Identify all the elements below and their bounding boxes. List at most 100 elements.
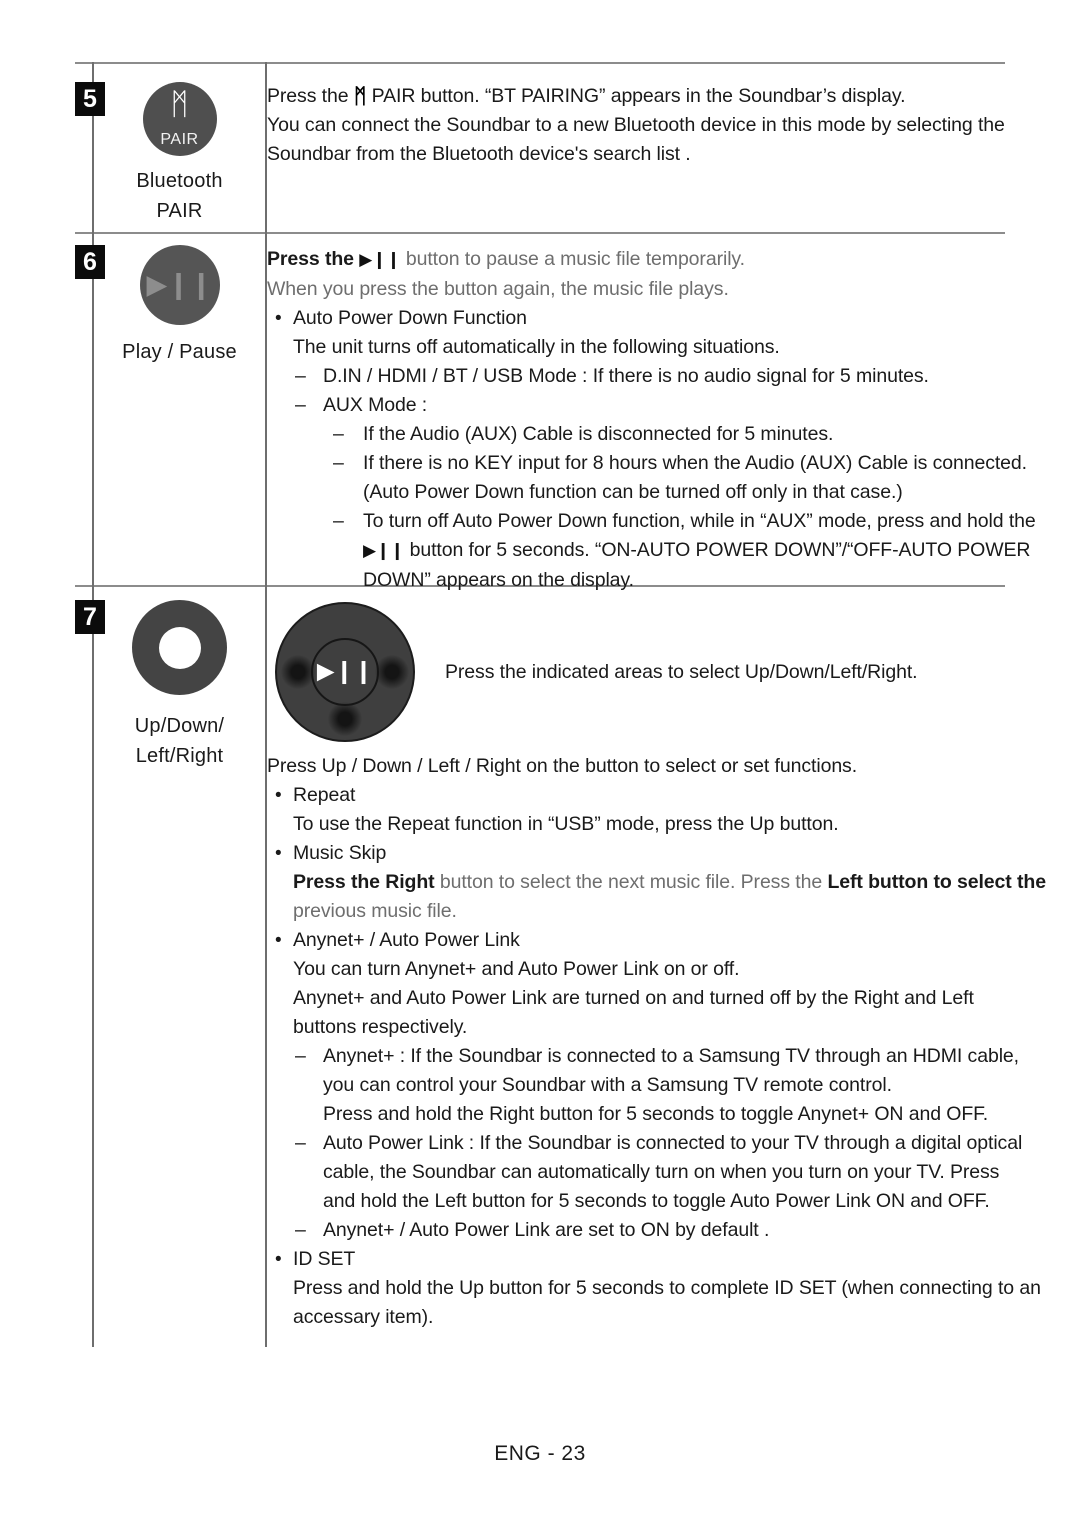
row-icon-cell: Up/Down/ Left/Right [94,600,265,771]
pair-button-text: PAIR button. “BT PAIRING” appears in the… [371,85,906,107]
music-skip-tail-text: the [1011,871,1046,893]
row-divider-5-6 [75,232,1005,234]
row-description-cell: Press the ▶❙❙ button to pause a music fi… [267,245,1036,595]
play-pause-icon: ▶❙❙ [363,541,405,561]
description-line: The unit turns off automatically in the … [293,336,780,358]
description-line: cable, the Soundbar can automatically tu… [323,1161,1000,1183]
dash-list-item: – If there is no KEY input for 8 hours w… [267,449,1027,478]
dash-label: To turn off Auto Power Down function, wh… [363,510,1036,532]
dash-marker: – [295,1045,306,1067]
row-label-line1: Up/Down/ [134,715,225,737]
description-line: You can connect the Soundbar to a new Bl… [267,114,1005,136]
bluetooth-glyph: ᛗ [170,87,189,122]
bullet-dot: • [275,308,282,329]
dash-label: If there is no KEY input for 8 hours whe… [363,452,1027,474]
description-line: you can control your Soundbar with a Sam… [323,1074,892,1096]
down-press-area-indicator [328,702,362,736]
dash-label: Anynet+ / Auto Power Link are set to ON … [323,1219,770,1241]
row-number-cell: 7 [75,600,105,634]
dash-list-item: – Auto Power Link : If the Soundbar is c… [267,1129,1022,1158]
row-icon-cell: ▶❙❙ Play / Pause [94,245,265,367]
dash-marker: – [295,394,306,416]
dash-list-item: – Anynet+ : If the Soundbar is connected… [267,1042,1019,1071]
description-line: When you press the button again, the mus… [267,278,729,300]
dash-label: Anynet+ : If the Soundbar is connected t… [323,1045,1019,1067]
description-line: and hold the Left button for 5 seconds t… [323,1190,990,1212]
bullet-list-item: • Anynet+ / Auto Power Link [267,926,1005,955]
description-line: Press the Right button to select the nex… [267,868,1046,897]
dash-list-item: – AUX Mode : [267,391,1005,420]
description-line: previous music file. [293,900,457,922]
pause-description-text: button to pause a music file temporarily… [405,248,745,270]
navigation-pad-diagram: ▶❙❙ [275,602,415,742]
bullet-dot: • [275,930,282,951]
description-line: Press and hold the Up button for 5 secon… [293,1277,1041,1299]
bullet-label: Music Skip [293,842,387,864]
row-description-cell: Press the ᛗ PAIR button. “BT PAIRING” ap… [267,82,1005,169]
bullet-list-item: • Auto Power Down Function [267,304,1005,333]
play-pause-icon: ▶❙❙ [139,245,220,325]
play-pause-glyph: ▶❙❙ [146,269,213,301]
bullet-label: Repeat [293,784,356,806]
bullet-list-item: • Music Skip [267,839,1005,868]
row-number-cell: 5 [75,82,105,116]
dash-label: D.IN / HDMI / BT / USB Mode : If there i… [323,365,929,387]
description-line: (Auto Power Down function can be turned … [363,481,903,503]
auto-power-down-toggle-text: button for 5 seconds. “ON-AUTO POWER DOW… [409,539,1031,561]
description-line: To use the Repeat function in “USB” mode… [293,813,839,835]
dash-marker: – [333,510,344,532]
dash-list-item: – If the Audio (AUX) Cable is disconnect… [267,420,1005,449]
row-icon-cell: ᛗ PAIR Bluetooth PAIR [94,82,265,226]
row-number-cell: 6 [75,245,105,279]
dash-marker: – [295,1132,306,1154]
description-line: buttons respectively. [293,1016,468,1038]
dash-marker: – [333,423,344,445]
dash-label: Auto Power Link : If the Soundbar is con… [323,1132,1023,1154]
dash-list-item: – D.IN / HDMI / BT / USB Mode : If there… [267,362,1005,391]
diagram-caption: Press the indicated areas to select Up/D… [445,661,918,683]
row-label-line2: Left/Right [135,745,224,767]
description-line: ▶❙❙ button for 5 seconds. “ON-AUTO POWER… [267,536,1031,566]
description-line: DOWN” appears on the display. [363,569,634,591]
bullet-list-item: • Repeat [267,781,1005,810]
row-description-cell: ▶❙❙ Press the indicated areas to select … [267,600,1046,1332]
description-line: Press the ▶❙❙ button to pause a music fi… [267,245,1005,275]
bluetooth-icon: ᛗ [353,84,367,108]
music-skip-right-text: Press the Right [293,871,435,893]
dash-label: If the Audio (AUX) Cable is disconnected… [363,423,834,445]
bluetooth-pair-icon: ᛗ PAIR [142,82,217,156]
bullet-label: Auto Power Down Function [293,307,527,329]
dash-list-item: – To turn off Auto Power Down function, … [267,507,1036,536]
bullet-label: ID SET [293,1248,356,1270]
description-line: Soundbar from the Bluetooth device's sea… [267,143,691,165]
music-skip-middle-text: button to select the next music file. Pr… [434,871,828,893]
bullet-list-item: • ID SET [267,1245,1005,1274]
dash-marker: – [295,365,306,387]
bullet-label: Anynet+ / Auto Power Link [293,929,520,951]
dash-label: AUX Mode : [323,394,428,416]
music-skip-left-text: Left button to select [827,871,1012,893]
press-the-text: Press the [267,248,354,270]
table-top-border [75,62,1005,64]
bullet-dot: • [275,785,282,806]
description-line: Anynet+ and Auto Power Link are turned o… [293,987,974,1009]
description-line: Press the ᛗ PAIR button. “BT PAIRING” ap… [267,82,1005,111]
dash-marker: – [295,1219,306,1241]
row-label-line1: Play / Pause [122,341,237,363]
play-pause-icon: ▶❙❙ [359,250,401,270]
description-line: accessary item). [293,1306,434,1328]
bullet-dot: • [275,843,282,864]
description-line: You can turn Anynet+ and Auto Power Link… [293,958,740,980]
bluetooth-pair-icon-label: PAIR [160,131,199,148]
page-footer: ENG - 23 [494,1442,586,1465]
dash-marker: – [333,452,344,474]
dash-list-item: – Anynet+ / Auto Power Link are set to O… [267,1216,1005,1245]
press-the-text: Press the [267,85,349,107]
description-line: Press and hold the Right button for 5 se… [323,1103,989,1125]
bullet-dot: • [275,1249,282,1270]
navigation-ring-icon [132,600,227,695]
play-pause-glyph: ▶❙❙ [316,658,374,685]
row-label-line1: Bluetooth [136,170,223,192]
description-line: Press Up / Down / Left / Right on the bu… [267,755,858,777]
row-label-line2: PAIR [156,200,203,222]
